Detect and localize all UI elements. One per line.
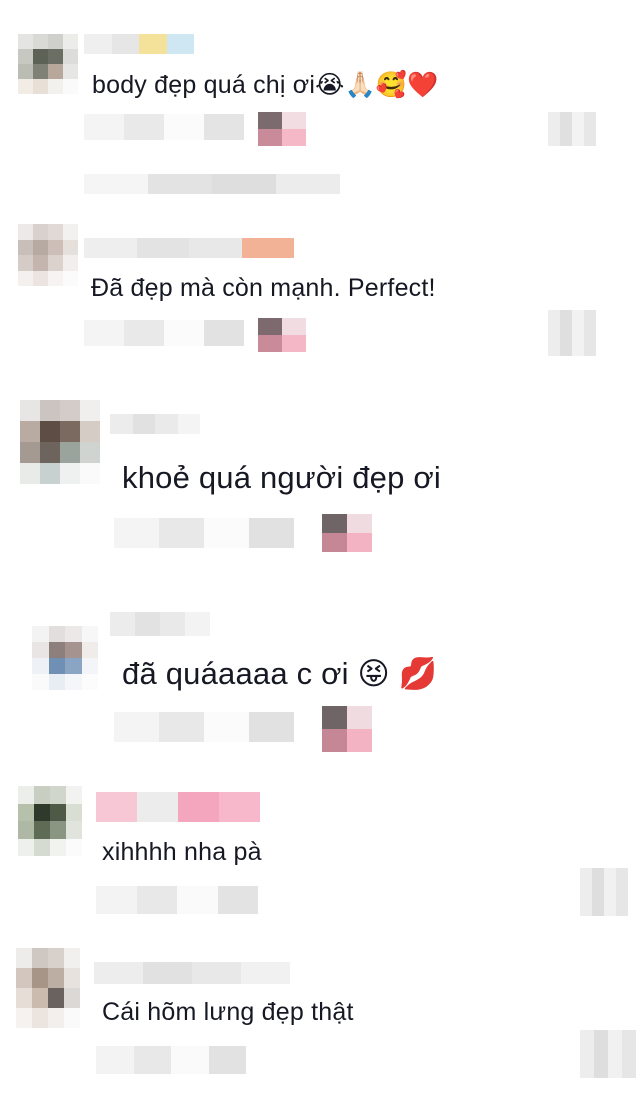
comment-meta-blurred — [114, 518, 294, 548]
username-blurred[interactable] — [96, 792, 260, 822]
like-count-blurred — [580, 1030, 636, 1078]
comment-text: khoẻ quá người đẹp ơi — [122, 460, 441, 495]
like-count-blurred — [548, 112, 596, 146]
comment-text: đã quáaaaa c ơi 😝 💋 — [122, 656, 438, 691]
comment-meta-blurred — [84, 114, 244, 140]
heart-icon[interactable] — [322, 706, 372, 752]
view-replies-blurred[interactable] — [84, 174, 340, 194]
comment-text: xihhhh nha pà — [102, 838, 262, 866]
avatar[interactable] — [16, 948, 80, 1028]
comment-text: Đã đẹp mà còn mạnh. Perfect! — [91, 274, 436, 302]
avatar[interactable] — [18, 224, 78, 286]
heart-icon[interactable] — [258, 318, 306, 352]
comment-meta-blurred — [84, 320, 244, 346]
like-count-blurred — [580, 868, 628, 916]
comment-meta-blurred — [96, 1046, 246, 1074]
avatar[interactable] — [18, 34, 78, 94]
comment-meta-blurred — [96, 886, 258, 914]
username-blurred[interactable] — [84, 238, 294, 258]
avatar[interactable] — [18, 786, 82, 856]
username-blurred[interactable] — [84, 34, 194, 54]
heart-icon[interactable] — [322, 514, 372, 552]
username-blurred[interactable] — [110, 414, 200, 434]
username-blurred[interactable] — [94, 962, 290, 984]
avatar[interactable] — [20, 400, 100, 484]
like-count-blurred — [548, 310, 596, 356]
username-blurred[interactable] — [110, 612, 210, 636]
comment-meta-blurred — [114, 712, 294, 742]
heart-icon[interactable] — [258, 112, 306, 146]
avatar[interactable] — [32, 626, 98, 690]
comment-text: body đẹp quá chị ơi😭🙏🏻🥰❤️ — [92, 71, 439, 99]
comment-text: Cái hõm lưng đẹp thật — [102, 998, 354, 1026]
